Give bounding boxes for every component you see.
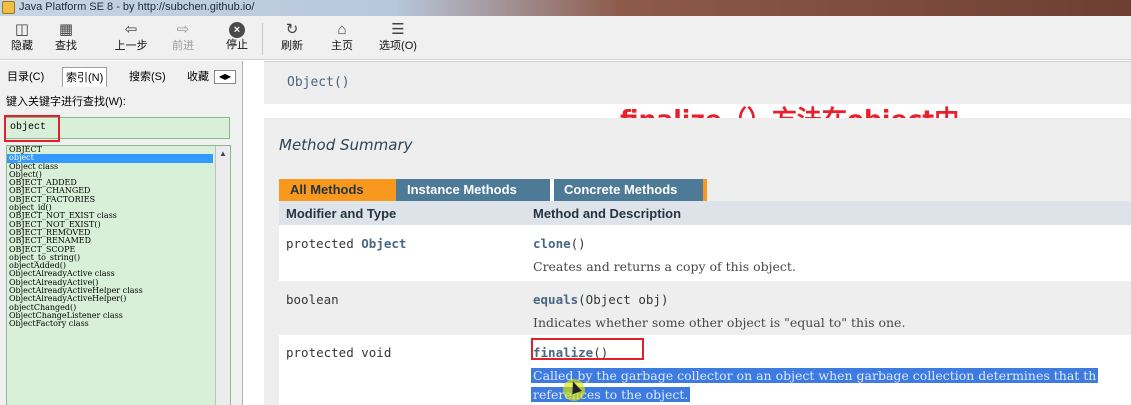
tab-contents[interactable]: 目录(C) <box>4 67 47 87</box>
table-row: boolean equals(Object obj) Indicates whe… <box>279 281 1131 335</box>
index-scrollbar[interactable]: ▲ <box>215 146 230 405</box>
header-modifier: Modifier and Type <box>286 206 397 221</box>
method-params: (Object obj) <box>578 292 669 307</box>
index-list[interactable]: OBJECT object Object class Object() OBJECT_A… <box>6 145 231 405</box>
window-title: Java Platform SE 8 - by http://subchen.g… <box>19 1 255 13</box>
tab-all-methods[interactable]: All Methods <box>279 179 396 201</box>
table-row: protected Object clone() Creates and ret… <box>279 225 1131 281</box>
forward-label: 前进 <box>172 40 194 52</box>
navigation-pane: 目录(C) 索引(N) 搜索(S) 收藏 ◀▶ 键入关键字进行查找(W): ob… <box>0 61 243 405</box>
tab-favorites[interactable]: 收藏 <box>184 67 212 87</box>
summary-title: Method Summary <box>279 136 413 154</box>
table-header: Modifier and Type Method and Description <box>279 201 1131 225</box>
method-link-clone[interactable]: clone <box>533 236 571 251</box>
hide-button[interactable]: ◫ 隐藏 <box>2 19 42 59</box>
method-signature[interactable]: clone() <box>533 236 586 251</box>
method-description-line2: references to the object. <box>531 387 691 402</box>
options-button[interactable]: ☰ 选项(O) <box>374 19 422 59</box>
list-item[interactable]: OBJECT_RENAMED <box>7 237 213 245</box>
modifier-prefix: protected <box>286 236 362 251</box>
back-arrow-icon: ⇦ <box>124 21 138 38</box>
stop-label: 停止 <box>226 39 248 51</box>
list-item[interactable]: ObjectAlreadyActive() <box>7 279 213 287</box>
scroll-up-icon[interactable]: ▲ <box>219 149 227 158</box>
table-row: protected void finalize() Called by the … <box>279 335 1131 405</box>
method-signature[interactable]: equals(Object obj) <box>533 292 668 307</box>
hide-icon: ◫ <box>14 21 30 38</box>
home-label: 主页 <box>331 40 353 52</box>
list-item[interactable]: OBJECT_REMOVED <box>7 229 213 237</box>
list-item[interactable]: object_id() <box>7 204 213 212</box>
list-item[interactable]: ObjectFactory class <box>7 320 213 328</box>
tab-index[interactable]: 索引(N) <box>62 67 108 87</box>
list-item[interactable]: object_to_string() <box>7 254 213 262</box>
method-description-line1: Called by the garbage collector on an ob… <box>531 368 1099 383</box>
modifier-cell: protected Object <box>286 236 406 251</box>
locate-label: 查找 <box>55 40 77 52</box>
title-bar: Java Platform SE 8 - by http://subchen.g… <box>0 0 1131 16</box>
list-item[interactable]: Object class <box>7 163 213 171</box>
list-item[interactable]: objectChanged() <box>7 304 213 312</box>
options-icon: ☰ <box>391 21 405 38</box>
tab-instance-methods[interactable]: Instance Methods <box>396 179 550 201</box>
list-item[interactable]: OBJECT_FACTORIES <box>7 196 213 204</box>
home-button[interactable]: ⌂ 主页 <box>322 19 362 59</box>
locate-button[interactable]: ▦ 查找 <box>46 19 86 59</box>
constructor-link[interactable]: Object() <box>287 75 350 90</box>
list-item[interactable]: object <box>7 154 213 163</box>
tab-edge <box>703 179 707 201</box>
list-item[interactable]: OBJECT_ADDED <box>7 179 213 187</box>
list-item[interactable]: OBJECT_NOT_EXIST class <box>7 212 213 220</box>
locate-icon: ▦ <box>58 21 74 38</box>
modifier-cell: protected void <box>286 345 392 360</box>
stop-icon: × <box>229 22 245 38</box>
list-item[interactable]: Object() <box>7 171 213 179</box>
list-item[interactable]: ObjectAlreadyActiveHelper() <box>7 295 213 303</box>
back-button[interactable]: ⇦ 上一步 <box>111 19 151 59</box>
keyword-label: 键入关键字进行查找(W): <box>6 96 126 108</box>
method-params: () <box>570 236 586 251</box>
return-type-link[interactable]: Object <box>361 236 406 251</box>
method-link-equals[interactable]: equals <box>533 292 578 307</box>
list-item[interactable]: OBJECT_NOT_EXIST() <box>7 221 213 229</box>
list-item[interactable]: OBJECT <box>7 146 213 154</box>
tab-concrete-methods[interactable]: Concrete Methods <box>553 179 703 201</box>
toolbar-separator <box>262 23 263 55</box>
method-summary: Method Summary All Methods Instance Meth… <box>264 118 1131 405</box>
finalize-highlight-box <box>531 338 644 360</box>
refresh-button[interactable]: ↻ 刷新 <box>272 19 312 59</box>
list-item[interactable]: ObjectAlreadyActive class <box>7 270 213 278</box>
list-item[interactable]: OBJECT_SCOPE <box>7 246 213 254</box>
pointer-icon <box>568 379 582 395</box>
tab-gap <box>550 179 554 201</box>
modifier-cell: boolean <box>286 292 339 307</box>
refresh-label: 刷新 <box>281 40 303 52</box>
list-item[interactable]: OBJECT_CHANGED <box>7 187 213 195</box>
forward-button[interactable]: ⇨ 前进 <box>163 19 203 59</box>
hide-label: 隐藏 <box>11 40 33 52</box>
stop-button[interactable]: × 停止 <box>217 19 257 59</box>
back-label: 上一步 <box>114 40 148 52</box>
tab-search[interactable]: 搜索(S) <box>126 67 169 87</box>
options-label: 选项(O) <box>379 40 417 52</box>
keyword-highlight-box <box>4 115 60 142</box>
document-pane: Object() finalize（）方法在object中 Method Sum… <box>244 61 1131 405</box>
app-icon <box>2 1 15 14</box>
mouse-cursor <box>563 379 585 401</box>
forward-arrow-icon: ⇨ <box>176 21 190 38</box>
refresh-icon: ↻ <box>285 21 299 38</box>
method-description: Creates and returns a copy of this objec… <box>533 259 796 274</box>
list-item[interactable]: ObjectAlreadyActiveHelper class <box>7 287 213 295</box>
home-icon: ⌂ <box>337 21 347 38</box>
nav-tabs: 目录(C) 索引(N) 搜索(S) 收藏 ◀▶ <box>4 67 240 89</box>
list-item[interactable]: objectAdded() <box>7 262 213 270</box>
list-item[interactable]: ObjectChangeListener class <box>7 312 213 320</box>
constructor-box: Object() <box>264 61 1131 104</box>
method-description: Indicates whether some other object is "… <box>533 315 906 330</box>
header-method: Method and Description <box>533 206 682 221</box>
index-items: OBJECT object Object class Object() OBJECT_A… <box>7 146 213 329</box>
toolbar: ◫ 隐藏 ▦ 查找 ⇦ 上一步 ⇨ 前进 × 停止 ↻ 刷新 ⌂ 主页 ☰ 选项… <box>0 16 1131 60</box>
tab-scroll-arrows[interactable]: ◀▶ <box>214 70 236 84</box>
